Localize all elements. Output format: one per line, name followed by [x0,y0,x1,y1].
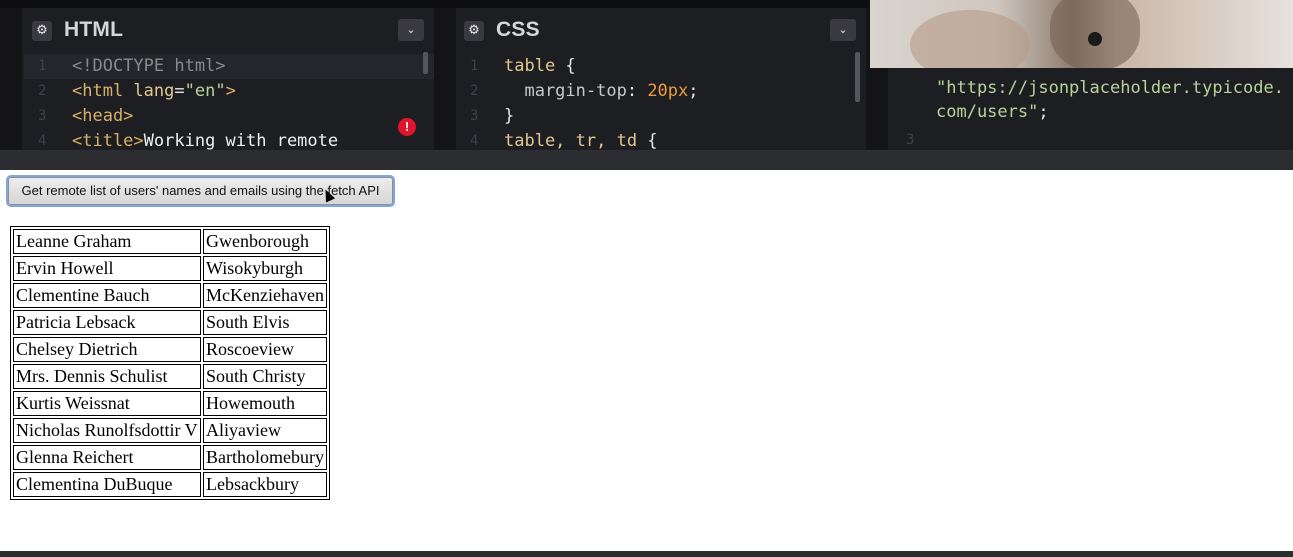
table-row: Patricia Lebsack South Elvis [13,310,327,335]
chevron-down-icon[interactable]: ⌄ [830,19,856,41]
table-row: Clementine Bauch McKenziehaven [13,283,327,308]
code-text: <!DOCTYPE html> [72,56,226,76]
result-preview: Get remote list of users' names and emai… [0,170,1293,551]
user-name-cell: Mrs. Dennis Schulist [13,364,201,389]
code-text: table { [504,56,576,76]
line-number: 4 [38,133,47,149]
line-number: 3 [906,132,915,148]
user-name-cell: Nicholas Runolfsdottir V [13,418,201,443]
line-number: 4 [470,133,479,149]
code-text: } [504,106,515,126]
css-editor-pane[interactable]: ⚙ CSS ⌄ 1 table {2 margin-top: 20px; 3} 4 ta… [456,10,866,150]
line-number: 2 [38,83,47,99]
user-city-cell: Lebsackbury [203,472,327,497]
css-code-area[interactable]: 1 table {2 margin-top: 20px; 3} 4 table, tr,… [456,54,866,150]
code-text: <html lang="en"> [72,81,236,101]
user-name-cell: Leanne Graham [13,229,201,254]
table-row: Mrs. Dennis Schulist South Christy [13,364,327,389]
line-number: 2 [470,83,479,99]
bottom-border [0,551,1293,557]
css-pane-header: ⚙ CSS ⌄ [456,10,866,50]
line-number: 1 [38,58,47,74]
pane-title: CSS [496,18,540,41]
user-city-cell: Wisokyburgh [203,256,327,281]
code-line[interactable]: 2 <html lang="en"> [24,79,434,104]
user-city-cell: South Christy [203,364,327,389]
code-line[interactable]: 1 table { [456,54,866,79]
table-row: Leanne Graham Gwenborough [13,229,327,254]
code-text: ; [1038,102,1049,122]
code-line[interactable]: 4 <title>Working with remote [24,129,434,150]
code-text: <title>Working with remote [72,131,339,150]
table-row: Glenna Reichert Bartholomebury [13,445,327,470]
error-icon[interactable]: ! [398,118,416,136]
user-city-cell: Howemouth [203,391,327,416]
table-row: Kurtis Weissnat Howemouth [13,391,327,416]
code-line[interactable]: 2 margin-top: 20px; [456,79,866,104]
user-city-cell: Gwenborough [203,229,327,254]
table-row: Nicholas Runolfsdottir V Aliyaview [13,418,327,443]
js-code-area[interactable]: "https://jsonplaceholder.typicode. com/u… [936,76,1284,124]
gear-icon[interactable]: ⚙ [464,21,484,41]
scrollbar-thumb[interactable] [855,52,860,102]
user-name-cell: Kurtis Weissnat [13,391,201,416]
editor-strip: ⚙ HTML ⌄ 1 <!DOCTYPE html> 2 <html lang="en… [0,0,1293,170]
user-city-cell: Bartholomebury [203,445,327,470]
html-editor-pane[interactable]: ⚙ HTML ⌄ 1 <!DOCTYPE html> 2 <html lang="en… [24,10,434,150]
microphone-icon [1088,32,1102,46]
code-text: margin-top: 20px; [504,81,699,101]
gear-icon[interactable]: ⚙ [32,21,52,41]
user-city-cell: South Elvis [203,310,327,335]
pane-gutter [0,8,22,150]
webcam-shape [910,10,1030,68]
table-row: Ervin Howell Wisokyburgh [13,256,327,281]
html-pane-header: ⚙ HTML ⌄ [24,10,434,50]
users-table: Leanne Graham Gwenborough Ervin Howell Wiso… [10,226,330,500]
resize-bar[interactable] [0,150,1293,170]
code-text: "https://jsonplaceholder.typicode. [936,78,1284,98]
chevron-down-icon[interactable]: ⌄ [398,19,424,41]
user-name-cell: Patricia Lebsack [13,310,201,335]
code-line[interactable]: 1 <!DOCTYPE html> [24,54,434,79]
user-name-cell: Ervin Howell [13,256,201,281]
code-line[interactable]: 3} [456,104,866,129]
user-name-cell: Glenna Reichert [13,445,201,470]
code-line[interactable]: 4 table, tr, td { [456,129,866,150]
code-text: com/users" [936,102,1039,122]
user-name-cell: Clementine Bauch [13,283,201,308]
table-row: Clementina DuBuque Lebsackbury [13,472,327,497]
line-number: 3 [470,108,479,124]
code-line[interactable]: 3 <head> [24,104,434,129]
line-number: 3 [38,108,47,124]
pane-title: HTML [64,18,124,41]
code-text: <head> [72,106,134,126]
user-city-cell: Aliyaview [203,418,327,443]
fetch-users-button[interactable]: Get remote list of users' names and emai… [8,177,393,205]
pane-divider[interactable] [434,8,456,150]
table-row: Chelsey Dietrich Roscoeview [13,337,327,362]
scrollbar-thumb[interactable] [423,52,428,74]
webcam-overlay [870,0,1293,68]
code-text: table, tr, td { [504,131,658,150]
user-name-cell: Clementina DuBuque [13,472,201,497]
html-code-area[interactable]: 1 <!DOCTYPE html> 2 <html lang="en"> 3 <head>… [24,54,434,150]
user-city-cell: McKenziehaven [203,283,327,308]
user-city-cell: Roscoeview [203,337,327,362]
line-number: 1 [470,58,479,74]
user-name-cell: Chelsey Dietrich [13,337,201,362]
